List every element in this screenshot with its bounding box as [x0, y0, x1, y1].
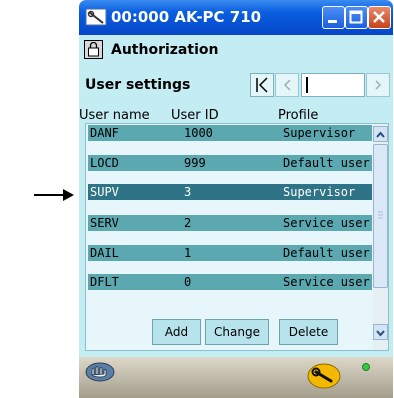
- next-page-button[interactable]: [366, 73, 390, 97]
- lock-icon[interactable]: [84, 40, 103, 59]
- cell-user-name: SERV: [90, 216, 119, 230]
- cell-profile: Service user: [283, 216, 370, 230]
- user-list: DANF 1000 Supervisor LOCD 999 Default us…: [85, 123, 389, 351]
- cell-user-name: SUPV: [90, 185, 119, 199]
- add-button[interactable]: Add: [152, 319, 201, 345]
- cell-profile: Supervisor: [283, 185, 356, 199]
- cell-user-id: 1: [184, 246, 192, 260]
- cell-user-id: 0: [184, 275, 192, 289]
- arrow-left-icon: [283, 79, 291, 91]
- cell-user-id: 2: [184, 216, 192, 230]
- cell-profile: Default user: [283, 246, 370, 260]
- cell-user-name: DANF: [90, 126, 119, 140]
- led-icon: [362, 363, 370, 371]
- maximize-icon: [349, 10, 363, 24]
- vertical-scrollbar[interactable]: [373, 124, 388, 350]
- cell-user-id: 999: [184, 156, 206, 170]
- cell-user-id: 3: [184, 185, 192, 199]
- table-row[interactable]: DFLT 0 Service user: [88, 274, 372, 290]
- cell-user-name: LOCD: [90, 156, 119, 170]
- title-bar: 00:000 AK-PC 710: [79, 0, 393, 35]
- page-title: User settings: [85, 77, 191, 93]
- cell-user-id: 1000: [184, 126, 213, 140]
- minimize-button[interactable]: [322, 6, 345, 29]
- table-row[interactable]: SERV 2 Service user: [88, 215, 372, 231]
- skip-first-icon: [256, 77, 268, 93]
- page-input[interactable]: [301, 73, 365, 97]
- app-screen: Authorization User settings User name Us…: [79, 35, 393, 398]
- cell-profile: Default user: [283, 156, 370, 170]
- scroll-thumb[interactable]: [373, 144, 388, 288]
- hand-icon[interactable]: [85, 362, 115, 382]
- wrench-icon[interactable]: [307, 363, 341, 389]
- cell-profile: Service user: [283, 275, 370, 289]
- maximize-button[interactable]: [345, 6, 368, 29]
- text-caret: [306, 77, 308, 93]
- app-icon: [85, 8, 107, 26]
- previous-page-button[interactable]: [275, 73, 299, 97]
- section-title: Authorization: [111, 42, 219, 58]
- first-page-button[interactable]: [250, 73, 274, 97]
- arrow-right-icon: [375, 80, 382, 90]
- status-bar: [79, 357, 393, 398]
- pointer-arrow-icon: [34, 189, 74, 201]
- close-button[interactable]: [368, 6, 391, 29]
- cell-user-name: DAIL: [90, 246, 119, 260]
- column-header-user-id: User ID: [171, 108, 219, 123]
- close-icon: [373, 11, 385, 23]
- scroll-down-button[interactable]: [373, 324, 388, 340]
- delete-button[interactable]: Delete: [279, 319, 338, 345]
- scroll-up-button[interactable]: [373, 126, 388, 142]
- minimize-icon: [328, 20, 337, 23]
- chevron-down-icon: [376, 330, 385, 337]
- section-header: Authorization: [79, 35, 393, 65]
- table-row-selected[interactable]: SUPV 3 Supervisor: [88, 184, 372, 200]
- column-header-user-name: User name: [79, 108, 150, 123]
- chevron-up-icon: [376, 131, 385, 138]
- table-row[interactable]: LOCD 999 Default user: [88, 155, 372, 171]
- table-header: User name User ID Profile: [79, 105, 393, 125]
- table-row[interactable]: DANF 1000 Supervisor: [88, 125, 372, 141]
- column-header-profile: Profile: [278, 108, 319, 123]
- device-window: 00:000 AK-PC 710 Authorization User sett…: [79, 0, 394, 398]
- window-title: 00:000 AK-PC 710: [111, 8, 262, 26]
- cell-user-name: DFLT: [90, 275, 119, 289]
- table-row[interactable]: DAIL 1 Default user: [88, 245, 372, 261]
- change-button[interactable]: Change: [205, 319, 269, 345]
- cell-profile: Supervisor: [283, 126, 356, 140]
- grip-icon: [378, 211, 383, 219]
